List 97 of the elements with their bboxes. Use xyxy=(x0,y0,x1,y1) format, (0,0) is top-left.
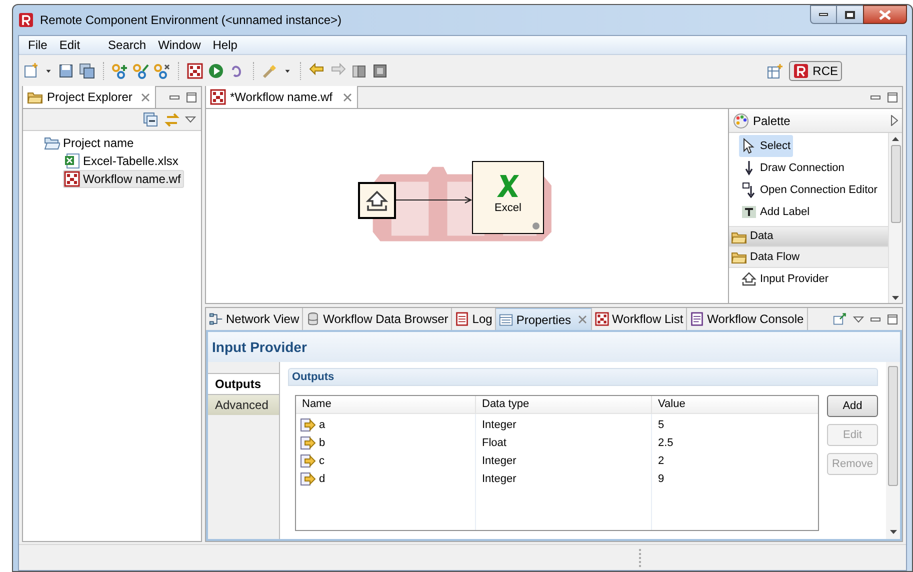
table-cell-text: Float xyxy=(481,436,508,451)
close-icon[interactable] xyxy=(577,314,588,325)
workflow-icon xyxy=(210,89,226,105)
database-icon xyxy=(306,312,320,326)
view-tab[interactable]: Project Explorer xyxy=(23,86,156,108)
tree-item[interactable]: Workflow name.wf xyxy=(63,170,184,188)
table-cell: b xyxy=(296,434,475,452)
output-arrow-icon xyxy=(300,435,316,451)
open-folder-icon xyxy=(44,135,60,151)
workflow-icon[interactable] xyxy=(187,62,203,78)
view-menu-icon[interactable] xyxy=(185,115,196,124)
r-logo-icon xyxy=(792,62,809,78)
console-icon xyxy=(690,312,704,326)
spreadsheet-file-icon xyxy=(64,153,80,169)
output-arrow-icon xyxy=(300,471,316,487)
cursor-icon xyxy=(741,138,757,154)
upload-icon xyxy=(741,271,757,287)
side-tab[interactable]: Advanced xyxy=(208,394,279,415)
view-tab[interactable]: Workflow List xyxy=(592,308,688,330)
close-icon xyxy=(879,10,891,20)
close-icon[interactable] xyxy=(342,92,354,102)
link-arrows-icon xyxy=(164,112,180,128)
pin-icon xyxy=(833,312,847,326)
maximize-icon[interactable] xyxy=(887,314,898,324)
palette-tool[interactable]: Open Connection Editor xyxy=(739,179,880,201)
tree-item[interactable]: Project name xyxy=(43,134,137,152)
menu-item[interactable]: Edit xyxy=(53,36,86,54)
edit-connection-icon[interactable] xyxy=(133,62,149,78)
tree-item[interactable]: Excel-Tabelle.xlsx xyxy=(63,152,182,170)
column-header[interactable]: Name xyxy=(296,396,476,413)
view-tab[interactable]: Network View xyxy=(206,308,304,330)
expand-icon[interactable] xyxy=(891,115,898,126)
table-cell: d xyxy=(296,470,475,488)
maximize-icon[interactable] xyxy=(186,92,197,103)
close-icon[interactable] xyxy=(140,92,152,102)
excel-x-icon xyxy=(497,174,519,198)
palette-drawer[interactable]: Data xyxy=(729,226,888,247)
output-arrow-icon xyxy=(300,453,316,469)
r-logo-icon xyxy=(18,12,34,28)
connection-editor-icon xyxy=(741,182,757,198)
palette-icon xyxy=(733,112,749,128)
excel-node[interactable]: Excel xyxy=(472,161,544,234)
palette-tool[interactable]: Draw Connection xyxy=(739,157,846,179)
action-button[interactable]: Add xyxy=(827,395,878,417)
palette-tool[interactable]: Select xyxy=(739,135,793,157)
menu-item[interactable]: File xyxy=(22,36,54,54)
view-menu-icon[interactable] xyxy=(853,314,864,324)
table-cell-text: 2.5 xyxy=(657,436,674,451)
open-perspective-icon xyxy=(766,62,783,78)
status-icon xyxy=(532,222,540,230)
window-title: Remote Component Environment (<unnamed instance>) xyxy=(40,12,342,29)
workflow-icon xyxy=(595,312,610,326)
network-icon xyxy=(209,312,223,326)
menu-item[interactable]: Help xyxy=(206,36,244,54)
collapse-all-icon xyxy=(143,112,159,128)
workflow-icon xyxy=(64,171,80,187)
perspective-button[interactable]: RCE xyxy=(788,60,842,80)
save-all-icon[interactable] xyxy=(79,62,95,78)
table-cell-text: 9 xyxy=(657,472,666,487)
palette-tool[interactable]: Input Provider xyxy=(739,268,830,290)
log-icon xyxy=(455,312,470,326)
column-header[interactable]: Value xyxy=(652,396,818,413)
node-label: Excel xyxy=(494,201,522,216)
properties-icon xyxy=(499,312,514,326)
upload-icon xyxy=(365,188,389,212)
table-cell-text: 2 xyxy=(657,454,666,469)
input-provider-node[interactable] xyxy=(358,182,396,219)
menu-item[interactable]: Search xyxy=(102,36,152,54)
connection-line[interactable] xyxy=(395,195,473,205)
maximize-icon[interactable] xyxy=(887,92,898,103)
properties-title: Input Provider xyxy=(208,332,900,362)
minimize-button[interactable] xyxy=(810,5,837,24)
new-file-icon[interactable] xyxy=(23,62,39,78)
text-label-icon xyxy=(741,204,757,220)
column-header[interactable]: Data type xyxy=(476,396,652,413)
run-icon[interactable] xyxy=(208,62,224,78)
disconnect-icon[interactable] xyxy=(154,62,170,78)
table-cell-text: Integer xyxy=(481,472,518,487)
scrollbar[interactable] xyxy=(888,133,902,303)
table-cell: a xyxy=(296,416,475,434)
view-tab[interactable]: Properties xyxy=(496,308,592,330)
table-cell-text: Integer xyxy=(481,418,518,433)
table-cell-text: Integer xyxy=(481,454,518,469)
side-tab[interactable]: Outputs xyxy=(208,373,279,394)
palette-tool[interactable]: Add Label xyxy=(739,201,812,223)
maximize-button[interactable] xyxy=(837,5,863,24)
palette-title: Palette xyxy=(753,112,790,130)
palette-drawer[interactable]: Data Flow xyxy=(729,247,888,268)
table-cell: c xyxy=(296,452,475,470)
connect-icon[interactable] xyxy=(112,62,128,78)
editor-tab[interactable]: *Workflow name.wf xyxy=(206,86,358,108)
close-button[interactable] xyxy=(863,5,907,24)
output-arrow-icon xyxy=(300,417,316,433)
menu-item[interactable]: Window xyxy=(152,36,207,54)
save-icon[interactable] xyxy=(58,62,74,78)
table-cell-text: 5 xyxy=(657,418,666,433)
section-header: Outputs xyxy=(288,368,878,386)
